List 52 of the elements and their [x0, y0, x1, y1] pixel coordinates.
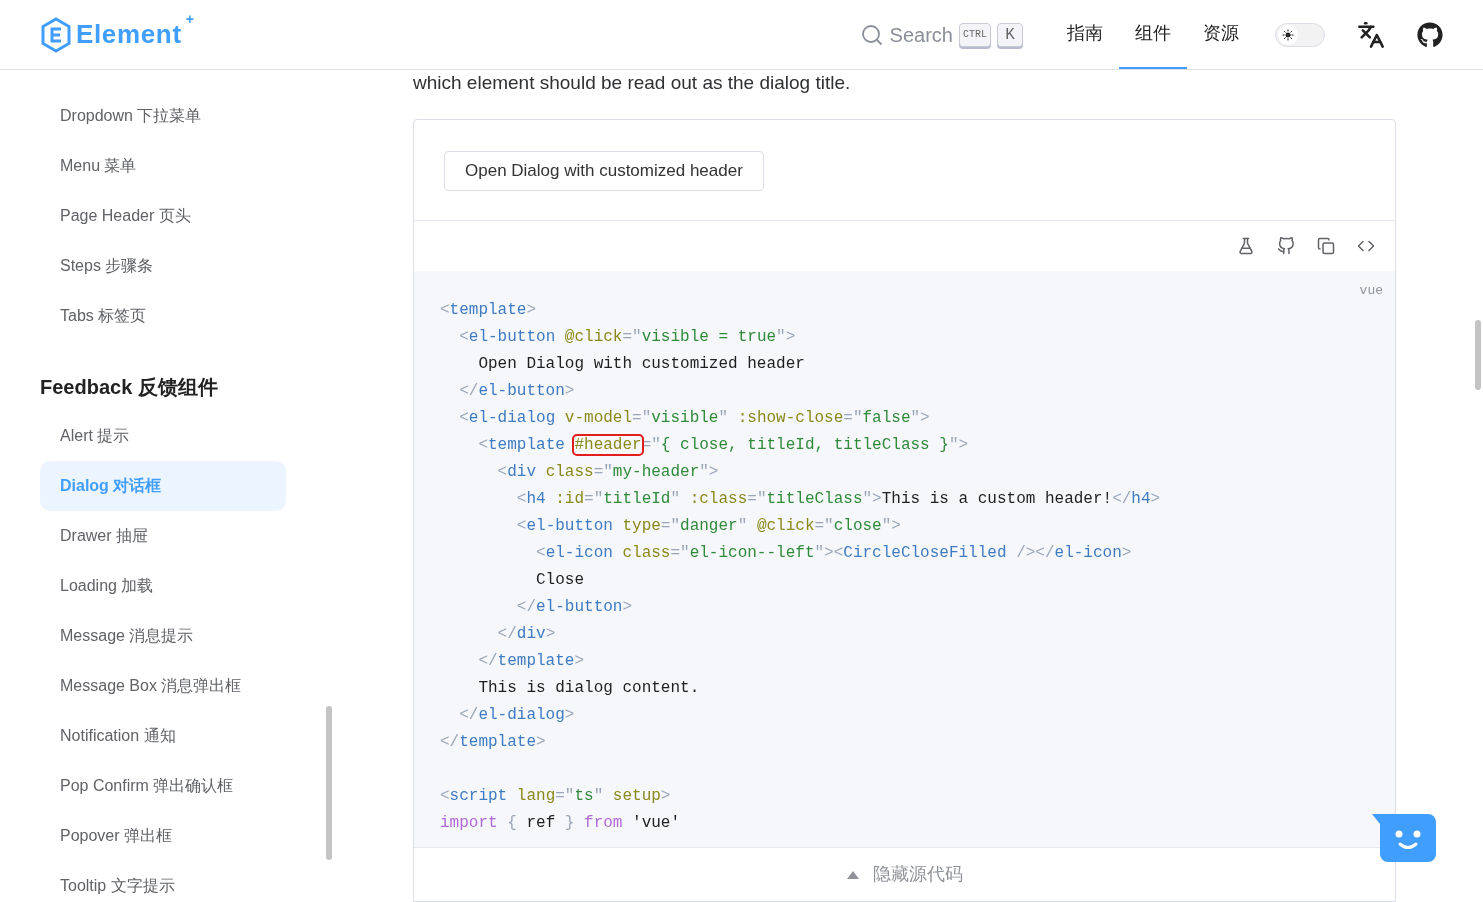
code-line: </el-button> — [458, 381, 576, 402]
scrollbar[interactable] — [1475, 320, 1481, 390]
code-line: </div> — [496, 624, 557, 645]
sidebar-item[interactable]: Alert 提示 — [40, 411, 286, 461]
code-line: <el-button @click="visible = true"> — [458, 327, 797, 348]
code-line: <el-button type="danger" @click="close"> — [515, 516, 902, 537]
sidebar-item[interactable]: Popover 弹出框 — [40, 811, 286, 861]
sidebar-item[interactable]: Drawer 抽屉 — [40, 511, 286, 561]
copy-icon[interactable] — [1317, 237, 1335, 255]
sidebar-item[interactable]: Menu 菜单 — [40, 141, 286, 191]
code-line: Open Dialog with customized header — [477, 354, 806, 375]
code-line: <h4 :id="titleId" :class="titleClass">This is a custom header!</h4> — [515, 489, 1162, 510]
caret-icon — [846, 870, 859, 879]
code-line: </template> — [477, 651, 586, 672]
code-line: import { ref } from 'vue' — [440, 813, 682, 834]
sun-icon — [1282, 28, 1294, 41]
search-button[interactable]: Search CTRL K — [859, 19, 1023, 50]
sidebar-item[interactable]: Tabs 标签页 — [40, 291, 286, 341]
code-line: Close — [535, 570, 586, 591]
github-icon[interactable] — [1417, 21, 1443, 48]
sidebar-item[interactable]: Notification 通知 — [40, 711, 286, 761]
code-line: <div class="my-header"> — [496, 462, 720, 483]
sidebar-item[interactable]: Dropdown 下拉菜单 — [40, 91, 286, 141]
sidebar-heading: Feedback 反馈组件 — [40, 375, 219, 399]
code-line: </el-dialog> — [458, 705, 576, 726]
code-line: <script lang="ts" setup> — [440, 786, 672, 807]
language-label: vue — [1359, 282, 1383, 300]
sidebar-item[interactable]: Steps 步骤条 — [40, 241, 286, 291]
code-line: This is dialog content. — [477, 678, 701, 699]
chatbot-icon[interactable] — [1372, 814, 1436, 862]
sidebar-item[interactable]: Page Header 页头 — [40, 191, 286, 241]
open-dialog-button[interactable]: Open Dialog with customized header — [444, 151, 764, 191]
sidebar-item[interactable]: Message 消息提示 — [40, 611, 286, 661]
code-line: <template> — [440, 300, 538, 321]
intro-text: which element should be read out as the dialog title. — [413, 71, 852, 95]
nav-tab[interactable]: 组件 — [1119, 0, 1187, 69]
nav-tab[interactable]: 指南 — [1051, 0, 1119, 69]
theme-switch[interactable] — [1275, 22, 1325, 47]
sidebar-item[interactable]: Loading 加载 — [40, 561, 286, 611]
translate-icon[interactable] — [1357, 20, 1385, 49]
nav-tab[interactable]: 资源 — [1187, 0, 1255, 69]
sidebar-item[interactable]: Message Box 消息弹出框 — [40, 661, 286, 711]
sidebar-item[interactable]: Tooltip 文字提示 — [40, 861, 286, 902]
scrollbar[interactable] — [326, 706, 332, 860]
code-line: <el-icon class="el-icon--left"><CircleCloseFilled /></el-icon> — [535, 543, 1133, 564]
code-line: </el-button> — [515, 597, 634, 618]
code-line: <el-dialog v-model="visible" :show-close="false"> — [458, 408, 931, 429]
code-line: </template> — [440, 732, 547, 753]
playground-icon[interactable] — [1237, 237, 1255, 255]
sidebar-item[interactable]: Pop Confirm 弹出确认框 — [40, 761, 286, 811]
github-icon[interactable] — [1277, 237, 1295, 255]
search-icon — [859, 22, 884, 47]
